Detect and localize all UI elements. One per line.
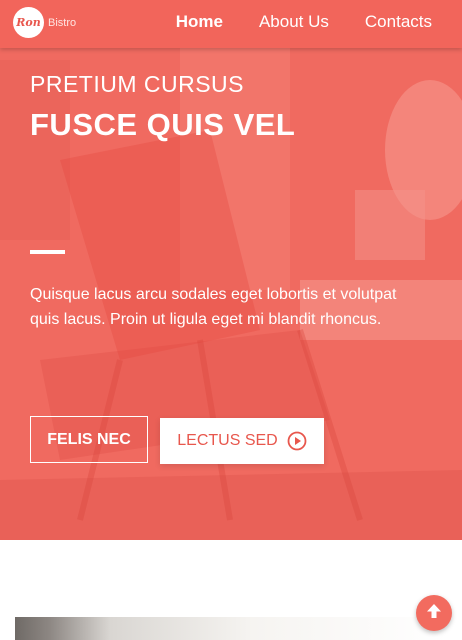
play-circle-icon <box>287 431 307 451</box>
hero-divider <box>30 250 65 254</box>
nav-menu: Home About Us Contacts <box>158 0 462 44</box>
nav-item-about-us[interactable]: About Us <box>241 12 347 32</box>
nav-item-contacts[interactable]: Contacts <box>347 12 462 32</box>
lectus-sed-button[interactable]: LECTUS SED <box>160 418 324 464</box>
logo-mark-text: Ron <box>16 16 41 29</box>
scroll-to-top-button[interactable] <box>416 595 452 631</box>
logo-brand-text: Bistro <box>48 16 77 29</box>
hero-title: FUSCE QUIS VEL <box>30 107 296 142</box>
hero-kicker: PRETIUM CURSUS <box>30 71 245 97</box>
arrow-up-icon <box>425 602 443 625</box>
logo-mark: Ron <box>13 7 44 38</box>
hero-text: Quisque lacus arcu sodales eget lobortis… <box>30 286 397 328</box>
logo[interactable]: Ron Bistro <box>13 7 76 38</box>
hero-section: PRETIUM CURSUS FUSCE QUIS VEL Quisque la… <box>0 0 462 540</box>
lectus-sed-button-label: LECTUS SED <box>177 432 278 449</box>
content-image <box>15 617 447 640</box>
nav-item-home[interactable]: Home <box>158 12 241 32</box>
felis-nec-button[interactable]: FELIS NEC <box>30 416 148 463</box>
navbar: Ron Bistro Home About Us Contacts <box>0 0 462 48</box>
felis-nec-button-label: FELIS NEC <box>47 430 131 448</box>
